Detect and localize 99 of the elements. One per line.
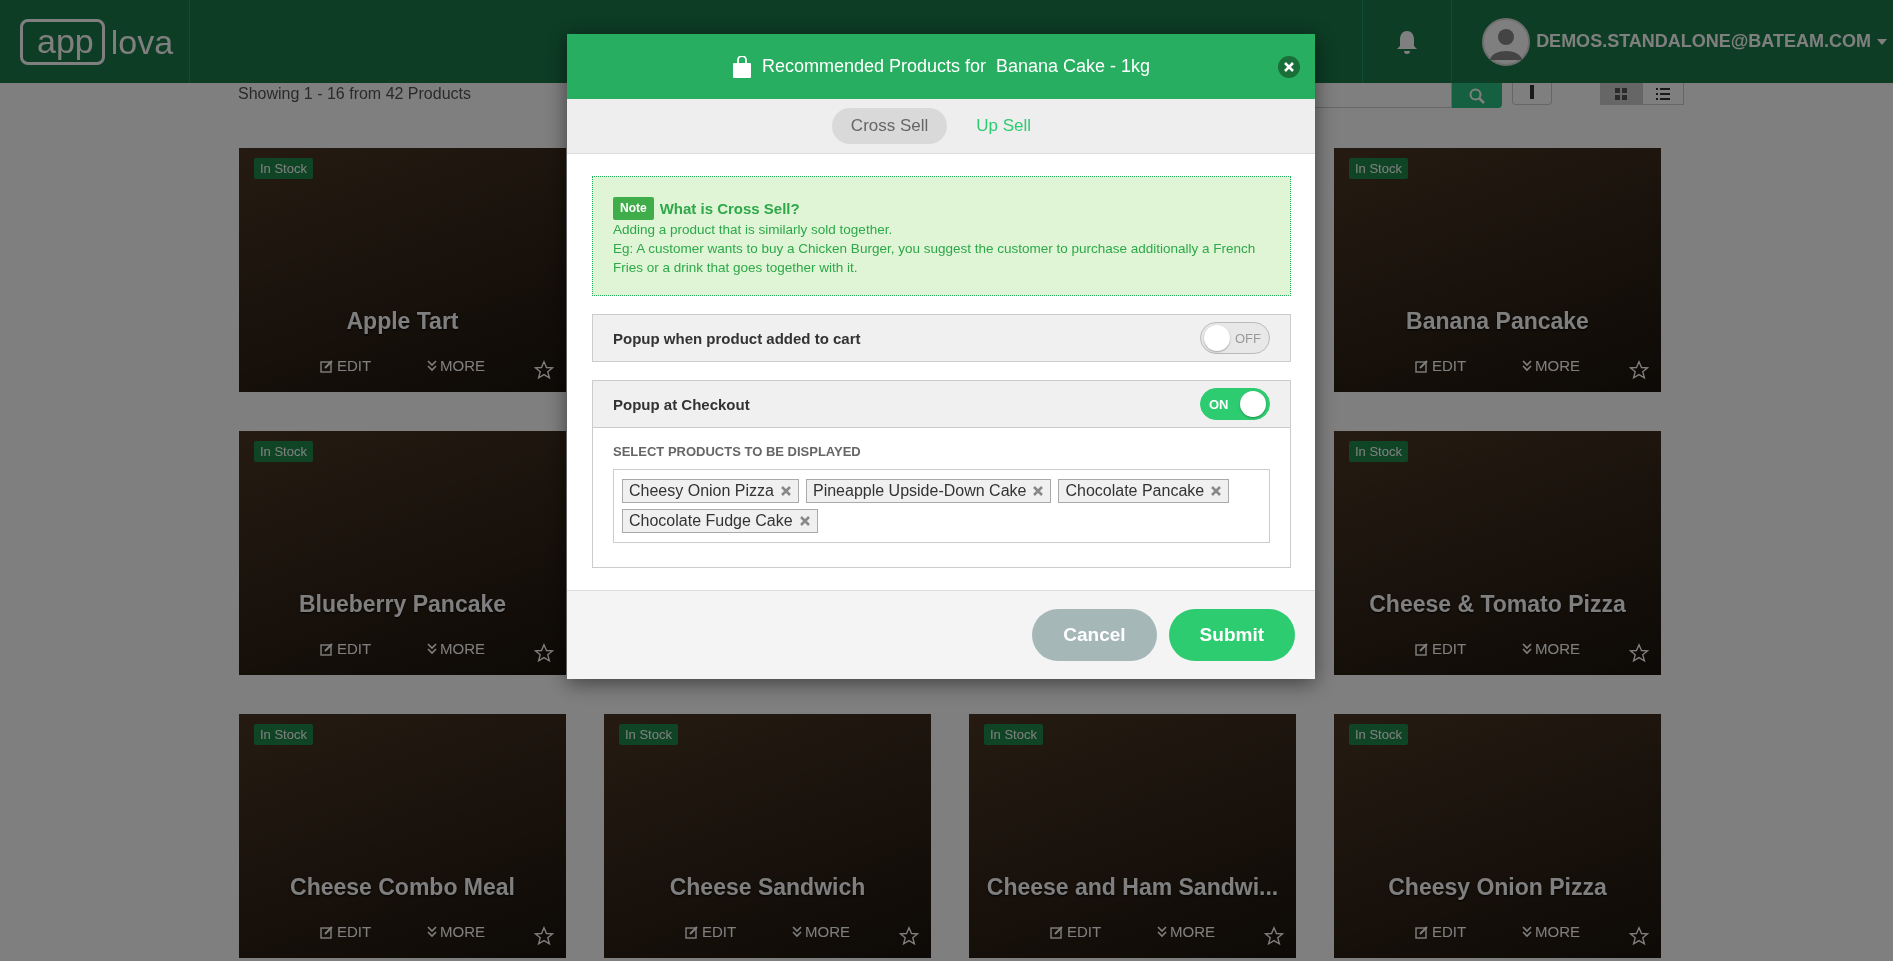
more-link[interactable]: MORE xyxy=(1522,640,1581,657)
logo-text: lova xyxy=(110,22,174,61)
setting-label: Popup at Checkout xyxy=(613,395,750,413)
user-email[interactable]: DEMOS.STANDALONE@BATEAM.COM xyxy=(1536,31,1871,52)
caret-icon xyxy=(1877,38,1887,45)
grid-icon xyxy=(1615,87,1627,100)
logo-boxed-text: app xyxy=(20,18,105,65)
avatar[interactable] xyxy=(1482,17,1531,66)
product-card[interactable]: In Stock Cheese Combo Meal EDIT MORE xyxy=(239,714,566,958)
product-title: Cheese & Tomato Pizza xyxy=(1369,591,1626,618)
product-card[interactable]: In Stock Cheese and Ham Sandwi... EDIT MORE xyxy=(969,714,1296,958)
star-icon[interactable] xyxy=(534,360,554,380)
note-heading: What is Cross Sell? xyxy=(659,199,800,218)
product-card[interactable]: In Stock Cheese & Tomato Pizza EDIT MORE xyxy=(1334,431,1661,675)
product-title: Cheese Sandwich xyxy=(669,874,866,901)
tab[interactable]: Cross Sell xyxy=(831,108,948,144)
close-icon xyxy=(1284,62,1294,72)
remove-icon[interactable] xyxy=(1210,485,1223,497)
product-count: Showing 1 - 16 from 42 Products xyxy=(238,85,471,103)
edit-icon xyxy=(319,924,334,939)
note-text: Eg: A customer wants to buy a Chicken Burger, you suggest the customer to purchase additionally a French Fries or a drink that goes together with it. xyxy=(613,240,1257,277)
note-text: Adding a product that is similarly sold together. xyxy=(613,221,894,239)
star-icon[interactable] xyxy=(1629,643,1649,663)
chevrons-down-icon xyxy=(1522,925,1533,938)
chevrons-down-icon xyxy=(427,359,438,372)
filter-button[interactable] xyxy=(1512,83,1552,105)
edit-link[interactable]: EDIT xyxy=(1049,923,1102,940)
more-link[interactable]: MORE xyxy=(427,923,486,940)
edit-icon xyxy=(1414,358,1429,373)
remove-icon[interactable] xyxy=(1032,485,1045,497)
remove-icon[interactable] xyxy=(779,485,792,497)
close-button[interactable] xyxy=(1278,56,1300,78)
more-link[interactable]: MORE xyxy=(792,923,851,940)
product-tag: Chocolate Fudge Cake xyxy=(622,509,818,533)
list-view-button[interactable] xyxy=(1642,83,1684,105)
edit-icon xyxy=(1414,924,1429,939)
more-link[interactable]: MORE xyxy=(427,640,486,657)
edit-link[interactable]: EDIT xyxy=(1414,357,1467,374)
edit-link[interactable]: EDIT xyxy=(319,923,372,940)
edit-icon xyxy=(319,641,334,656)
edit-link[interactable]: EDIT xyxy=(1414,923,1467,940)
chevrons-down-icon xyxy=(1522,359,1533,372)
product-card[interactable]: In Stock Cheese Sandwich EDIT MORE xyxy=(604,714,931,958)
product-title: Cheese and Ham Sandwi... xyxy=(986,874,1279,901)
more-link[interactable]: MORE xyxy=(1157,923,1216,940)
edit-icon xyxy=(1414,641,1429,656)
more-link[interactable]: MORE xyxy=(427,357,486,374)
logo[interactable]: app lova xyxy=(20,18,174,65)
stock-badge: In Stock xyxy=(254,724,313,745)
chevrons-down-icon xyxy=(1157,925,1168,938)
product-card[interactable]: In Stock Cheesy Onion Pizza EDIT MORE xyxy=(1334,714,1661,958)
star-icon[interactable] xyxy=(1264,926,1284,946)
product-card[interactable]: In Stock Apple Tart EDIT MORE xyxy=(239,148,566,392)
product-tag: Pineapple Upside-Down Cake xyxy=(805,479,1052,503)
stock-badge: In Stock xyxy=(254,441,313,462)
edit-icon xyxy=(684,924,699,939)
star-icon[interactable] xyxy=(534,643,554,663)
bell-icon xyxy=(1395,28,1420,55)
stock-badge: In Stock xyxy=(1349,441,1408,462)
stock-badge: In Stock xyxy=(984,724,1043,745)
product-card[interactable]: In Stock Banana Pancake EDIT MORE xyxy=(1334,148,1661,392)
stock-badge: In Stock xyxy=(1349,724,1408,745)
product-title: Blueberry Pancake xyxy=(298,591,507,618)
setting-label: Popup when product added to cart xyxy=(613,329,861,347)
shopping-bag-icon xyxy=(731,55,752,78)
star-icon[interactable] xyxy=(534,926,554,946)
product-title: Cheesy Onion Pizza xyxy=(1388,874,1607,901)
grid-view-button[interactable] xyxy=(1600,83,1642,105)
chevrons-down-icon xyxy=(1522,642,1533,655)
edit-link[interactable]: EDIT xyxy=(1414,640,1467,657)
product-title: Banana Pancake xyxy=(1406,308,1589,335)
star-icon[interactable] xyxy=(899,926,919,946)
star-icon[interactable] xyxy=(1629,926,1649,946)
stock-badge: In Stock xyxy=(619,724,678,745)
more-link[interactable]: MORE xyxy=(1522,923,1581,940)
chevrons-down-icon xyxy=(792,925,803,938)
product-tag: Cheesy Onion Pizza xyxy=(622,479,799,503)
product-title: Apple Tart xyxy=(346,308,459,335)
product-title: Cheese Combo Meal xyxy=(290,874,515,901)
more-link[interactable]: MORE xyxy=(1522,357,1581,374)
product-tag: Chocolate Pancake xyxy=(1058,479,1230,503)
edit-link[interactable]: EDIT xyxy=(684,923,737,940)
edit-icon xyxy=(1049,924,1064,939)
dialog-title: Recommended Products for Banana Cake - 1kg xyxy=(761,56,1151,77)
stock-badge: In Stock xyxy=(1349,158,1408,179)
search-icon xyxy=(1469,87,1485,104)
edit-link[interactable]: EDIT xyxy=(319,640,372,657)
edit-link[interactable]: EDIT xyxy=(319,357,372,374)
remove-icon[interactable] xyxy=(798,515,811,527)
field-label: SELECT PRODUCTS TO BE DISPLAYED xyxy=(613,444,862,459)
chevrons-down-icon xyxy=(427,925,438,938)
list-icon xyxy=(1656,87,1670,100)
note-badge: Note xyxy=(613,197,654,220)
stock-badge: In Stock xyxy=(254,158,313,179)
chevrons-down-icon xyxy=(427,642,438,655)
product-card[interactable]: In Stock Blueberry Pancake EDIT MORE xyxy=(239,431,566,675)
star-icon[interactable] xyxy=(1629,360,1649,380)
edit-icon xyxy=(319,358,334,373)
product-select-field[interactable]: Cheesy Onion Pizza Pineapple Upside-Down Cake Chocolate Pancake Chocolate Fudge Cake xyxy=(613,469,1270,543)
